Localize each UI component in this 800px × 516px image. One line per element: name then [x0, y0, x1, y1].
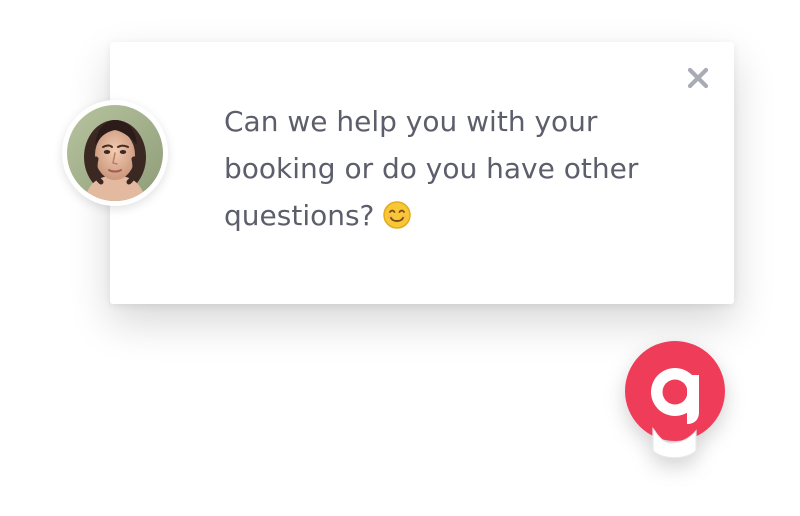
message-text: Can we help you with your booking or do …: [224, 105, 639, 232]
avatar-photo: [67, 105, 163, 201]
smiling-face-icon: [383, 201, 412, 229]
chat-message: Can we help you with your booking or do …: [224, 98, 694, 239]
brand-logo-icon[interactable]: [619, 340, 729, 462]
close-icon[interactable]: [684, 64, 712, 92]
agent-avatar: [62, 100, 168, 206]
